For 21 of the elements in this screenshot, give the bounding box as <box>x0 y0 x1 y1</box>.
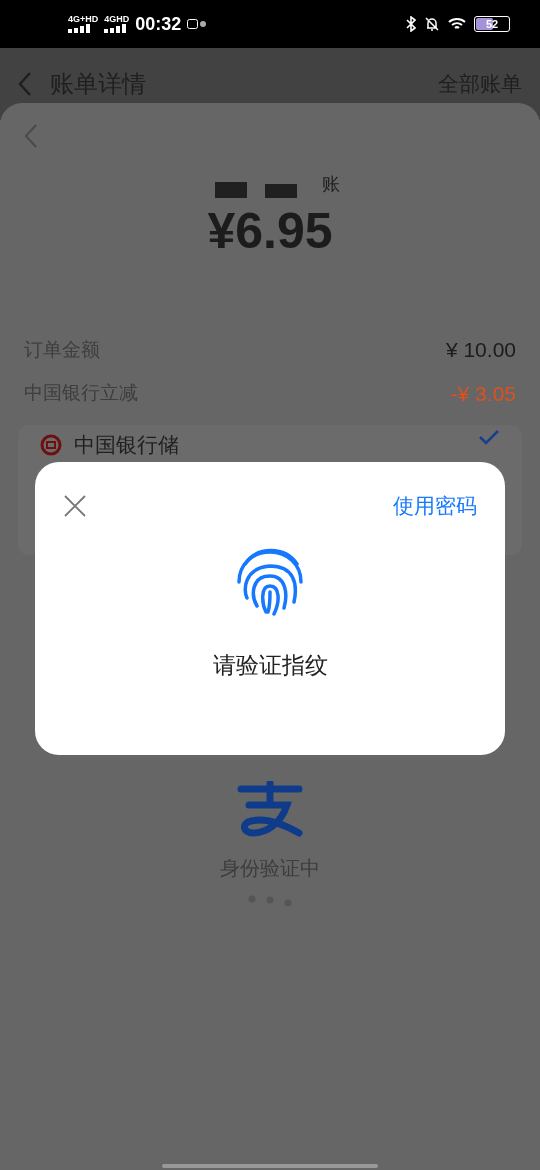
signal-icon <box>104 24 129 33</box>
fingerprint-prompt: 请验证指纹 <box>212 650 328 680</box>
payment-amount: ¥6.95 <box>207 206 333 256</box>
network-label: 4GHD <box>104 15 130 24</box>
muted-bell-icon <box>424 16 440 32</box>
use-password-link[interactable]: 使用密码 <box>393 490 477 522</box>
logo-icon <box>235 781 305 837</box>
line-value: ¥ 10.00 <box>445 337 516 363</box>
bluetooth-icon <box>406 16 416 32</box>
close-icon[interactable] <box>63 493 87 518</box>
notification-icon <box>187 19 208 29</box>
wifi-icon <box>448 17 466 31</box>
bank-logo-icon <box>40 433 62 456</box>
line-value: -¥ 3.05 <box>450 380 516 407</box>
bank-name: 中国银行储 <box>74 432 179 458</box>
back-icon[interactable] <box>18 71 32 97</box>
back-icon[interactable] <box>24 123 38 149</box>
network-label: 4G+HD <box>68 15 99 24</box>
payee-name: 账 <box>322 173 340 196</box>
signal-icon <box>68 24 92 33</box>
clock: 00:32 <box>135 12 182 36</box>
